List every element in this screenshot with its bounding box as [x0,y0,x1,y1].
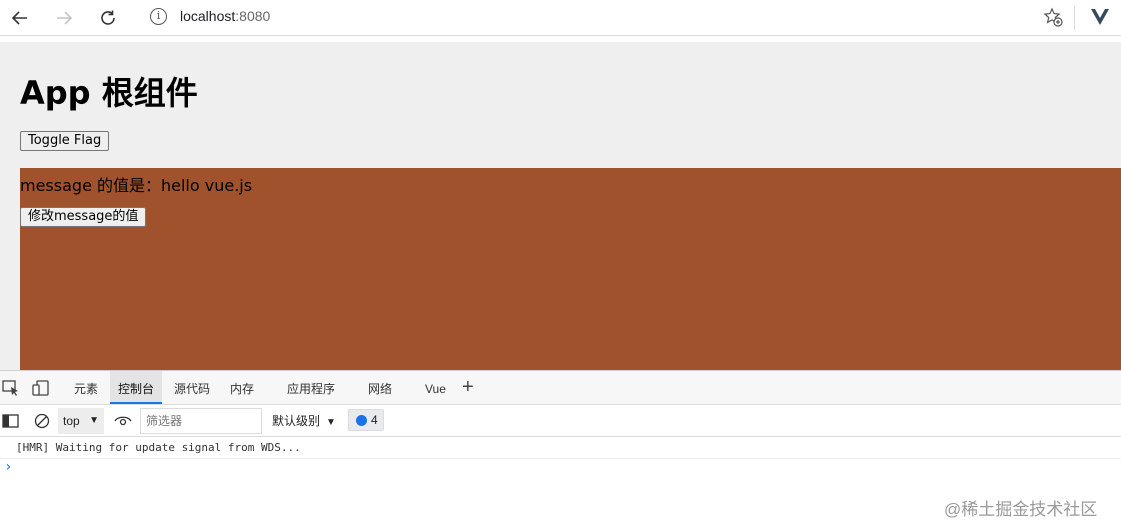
sidebar-toggle-icon[interactable] [2,413,20,429]
tab-memory[interactable]: 内存 [222,371,262,404]
inspect-element-icon[interactable] [2,380,20,396]
clear-console-icon[interactable] [33,413,51,429]
arrow-right-icon [57,11,73,25]
url-text: localhost:8080 [180,8,270,24]
info-icon[interactable]: i [150,8,167,25]
chevron-down-icon: ▼ [89,415,99,426]
console-message: [HMR] Waiting for update signal from WDS… [0,441,1121,459]
context-value: top [63,414,80,428]
url-port: :8080 [235,8,271,24]
context-select[interactable]: top ▼ [58,408,104,434]
tab-vue[interactable]: Vue [417,371,454,404]
tab-application[interactable]: 应用程序 [279,371,343,404]
toggle-flag-button[interactable]: Toggle Flag [20,131,110,151]
device-toolbar-icon[interactable] [32,380,50,396]
devtools-tab-bar: 元素 控制台 源代码 内存 应用程序 网络 Vue + [0,371,1121,405]
message-text: message 的值是：hello vue.js [20,176,253,195]
filter-input[interactable] [140,408,262,434]
tab-elements[interactable]: 元素 [66,371,106,404]
add-tab-button[interactable]: + [462,376,474,399]
back-button[interactable] [6,4,34,32]
reload-button[interactable] [94,4,122,32]
log-levels-dropdown[interactable]: 默认级别 ▼ [272,405,336,437]
chevron-down-icon: ▼ [326,417,336,428]
page-viewport: App 根组件 Toggle Flag message 的值是：hello vu… [0,42,1121,370]
modify-message-button[interactable]: 修改message的值 [20,207,147,227]
issues-badge[interactable]: 4 [348,409,384,431]
devtools-panel: 元素 控制台 源代码 内存 应用程序 网络 Vue + top ▼ 默认级别 ▼ … [0,370,1121,531]
reload-icon [101,10,115,25]
toolbar-divider [1074,6,1075,30]
console-prompt-icon[interactable]: › [4,459,12,475]
child-component-box: message 的值是：hello vue.js 修改message的值 [20,168,1121,370]
watermark: @稀土掘金技术社区 [944,500,1098,519]
address-bar[interactable]: i localhost:8080 [138,2,1078,32]
tab-sources[interactable]: 源代码 [166,371,218,404]
console-toolbar: top ▼ 默认级别 ▼ 4 [0,405,1121,437]
issues-count: 4 [371,413,378,427]
tab-network[interactable]: 网络 [360,371,400,404]
page-title: App 根组件 [20,74,198,112]
star-add-icon [1043,7,1063,27]
vue-devtools-extension-icon[interactable] [1090,8,1110,26]
url-host: localhost [180,8,236,24]
forward-button[interactable] [50,4,78,32]
tab-console[interactable]: 控制台 [110,371,163,404]
live-expression-eye-icon[interactable] [114,413,132,429]
favorite-button[interactable] [1040,4,1066,30]
message-icon [356,415,367,426]
arrow-left-icon [11,11,27,25]
log-levels-label: 默认级别 [272,414,321,428]
browser-toolbar: i localhost:8080 [0,0,1121,36]
